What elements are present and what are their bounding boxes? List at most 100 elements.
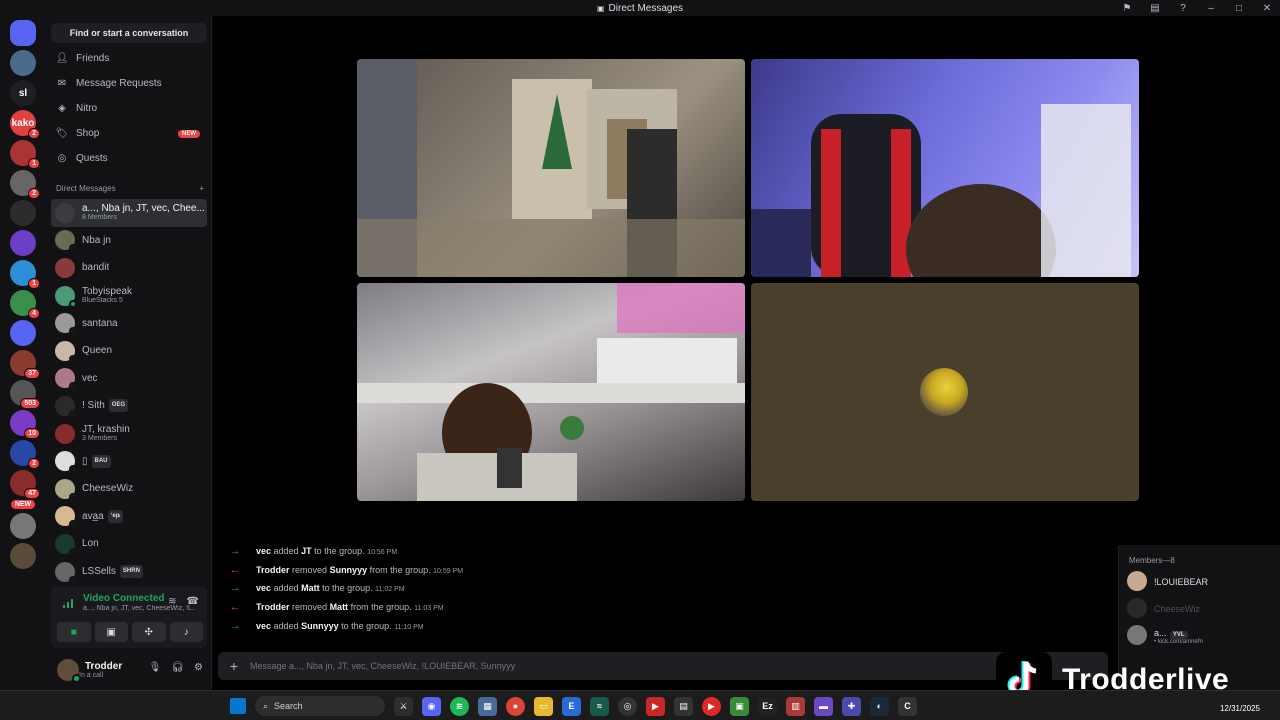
maximize-icon[interactable]: □ — [1232, 1, 1246, 15]
server-icon[interactable]: 37 — [10, 350, 40, 379]
video-tile-4-avatar[interactable] — [751, 283, 1139, 501]
server-icon[interactable]: 2 — [10, 440, 40, 469]
dm-item[interactable]: santana — [51, 309, 207, 337]
dm-item[interactable]: Queen — [51, 337, 207, 365]
nav-item-message-requests[interactable]: ✉ Message Requests — [46, 71, 212, 96]
minecraft-icon[interactable]: ▣ — [730, 696, 749, 716]
app-icon-purple[interactable]: ▬ — [814, 696, 833, 716]
user-info[interactable]: Trodder In a call — [79, 661, 122, 679]
flag-icon[interactable]: ⚑ — [1120, 1, 1134, 15]
voice-status[interactable]: Video Connected — [83, 593, 165, 604]
server-icon[interactable] — [10, 50, 36, 76]
screen-share-button[interactable]: ▣ — [94, 622, 128, 642]
microphone-icon[interactable]: 🎙︎ — [149, 662, 162, 673]
server-icon[interactable] — [10, 543, 36, 569]
target-name[interactable]: Sunnyyy — [330, 565, 368, 575]
editor-app-icon[interactable]: E — [562, 696, 581, 716]
server-icon[interactable] — [10, 513, 36, 539]
app-icon-green[interactable]: ≈ — [590, 696, 609, 716]
actor-name[interactable]: vec — [256, 583, 271, 593]
server-icon[interactable]: 47 — [10, 470, 40, 499]
message-input[interactable] — [250, 661, 950, 671]
signal-icon[interactable] — [62, 597, 74, 609]
headphones-icon[interactable]: 🎧︎ — [171, 662, 184, 673]
video-tile-2[interactable] — [751, 59, 1139, 277]
nav-item-friends[interactable]: 👤︎ Friends — [46, 46, 212, 71]
minimize-icon[interactable]: – — [1204, 1, 1218, 15]
chrome-icon[interactable]: ● — [506, 696, 525, 716]
actor-name[interactable]: vec — [256, 546, 271, 556]
target-name[interactable]: Matt — [330, 602, 349, 612]
dm-item[interactable]: ▯ BAU — [51, 447, 207, 475]
nav-item-quests[interactable]: ◎ Quests — [46, 146, 212, 171]
add-dm-icon[interactable]: + — [199, 184, 204, 193]
server-icon[interactable] — [10, 320, 36, 346]
server-icon[interactable]: 1 — [10, 140, 40, 169]
dm-item[interactable]: bandit — [51, 254, 207, 282]
new-servers-badge[interactable]: NEW — [10, 500, 36, 509]
video-tile-3[interactable] — [357, 283, 745, 501]
controller-icon[interactable]: ✚ — [842, 696, 861, 716]
game-app-icon[interactable]: ⚔ — [394, 696, 413, 716]
dm-item[interactable]: vec — [51, 365, 207, 393]
server-icon[interactable]: 503 — [10, 380, 40, 409]
dm-item[interactable]: Tobyispeak BlueStacks 5 — [51, 282, 207, 310]
discord-home-icon[interactable] — [10, 20, 36, 46]
actor-name[interactable]: vec — [256, 621, 271, 631]
video-tile-1[interactable] — [357, 59, 745, 277]
taskbar-date[interactable]: 12/31/2025 — [1220, 704, 1260, 713]
media-player-icon[interactable]: ▶ — [646, 696, 665, 716]
target-name[interactable]: JT — [301, 546, 312, 556]
file-explorer-icon[interactable]: ▭ — [534, 696, 553, 716]
camera-button[interactable]: ■ — [57, 622, 91, 642]
photos-icon[interactable]: ▦ — [478, 696, 497, 716]
dm-item[interactable]: JT, krashin 3 Members — [51, 420, 207, 448]
app-icon-red[interactable]: ▥ — [786, 696, 805, 716]
target-name[interactable]: Sunnyyy — [301, 621, 339, 631]
dm-item[interactable]: Nba jn — [51, 227, 207, 255]
find-conversation-button[interactable]: Find or start a conversation — [51, 23, 207, 43]
attach-plus-icon[interactable]: + — [218, 658, 250, 674]
nav-item-nitro[interactable]: ◈ Nitro — [46, 96, 212, 121]
target-name[interactable]: Matt — [301, 583, 320, 593]
close-icon[interactable]: ✕ — [1260, 1, 1274, 15]
server-icon[interactable]: kako 2 — [10, 110, 40, 139]
discord-taskbar-icon[interactable]: ◉ — [422, 696, 441, 716]
windows-start-icon[interactable] — [230, 698, 246, 714]
app-icon-c[interactable]: C — [898, 696, 917, 716]
server-icon[interactable] — [10, 200, 36, 226]
server-icon[interactable]: 10 — [10, 410, 40, 439]
dm-item[interactable]: LSSells SHRN — [51, 558, 207, 586]
member-item[interactable]: CheeseWiz — [1127, 598, 1200, 618]
help-icon[interactable]: ? — [1176, 1, 1190, 15]
inbox-button-icon[interactable]: ▤ — [1148, 1, 1162, 15]
grid-app-icon[interactable]: ▤ — [674, 696, 693, 716]
taskbar-search[interactable]: ⌕ Search — [255, 696, 385, 716]
dm-item[interactable]: Lon — [51, 530, 207, 558]
noise-suppression-icon[interactable]: ≋ — [168, 596, 176, 607]
server-icon[interactable] — [10, 230, 36, 256]
actor-name[interactable]: Trodder — [256, 565, 290, 575]
spotify-icon[interactable]: ≋ — [450, 696, 469, 716]
server-icon[interactable]: sl — [10, 80, 36, 106]
member-item[interactable]: a... YVL • kick.com/amirefn — [1127, 625, 1203, 645]
actor-name[interactable]: Trodder — [256, 602, 290, 612]
server-icon[interactable]: 1 — [10, 260, 40, 289]
activities-button[interactable]: ✣ — [132, 622, 166, 642]
ez-app-icon[interactable]: Ez — [758, 696, 777, 716]
youtube-icon[interactable]: ▶ — [702, 696, 721, 716]
dm-item[interactable]: ! Sith OEG — [51, 392, 207, 420]
server-icon[interactable]: 4 — [10, 290, 40, 319]
steam-icon[interactable]: ◐ — [870, 696, 889, 716]
user-avatar[interactable] — [57, 659, 81, 683]
disconnect-icon[interactable]: ☎ — [187, 596, 199, 607]
nav-item-shop[interactable]: 🏷︎ Shop NEW — [46, 121, 212, 146]
dm-item[interactable]: a..., Nba jn, JT, vec, Chee... 8 Members — [51, 199, 207, 227]
dm-item[interactable]: CheeseWiz — [51, 475, 207, 503]
server-icon[interactable]: 2 — [10, 170, 40, 199]
overwolf-icon[interactable]: ◎ — [618, 696, 637, 716]
settings-gear-icon[interactable]: ⚙ — [194, 662, 203, 673]
member-item[interactable]: !LOUIEBEAR — [1127, 571, 1208, 591]
soundboard-button[interactable]: ♪ — [169, 622, 203, 642]
dm-item[interactable]: ava̲a ʻepᵢ — [51, 503, 207, 531]
